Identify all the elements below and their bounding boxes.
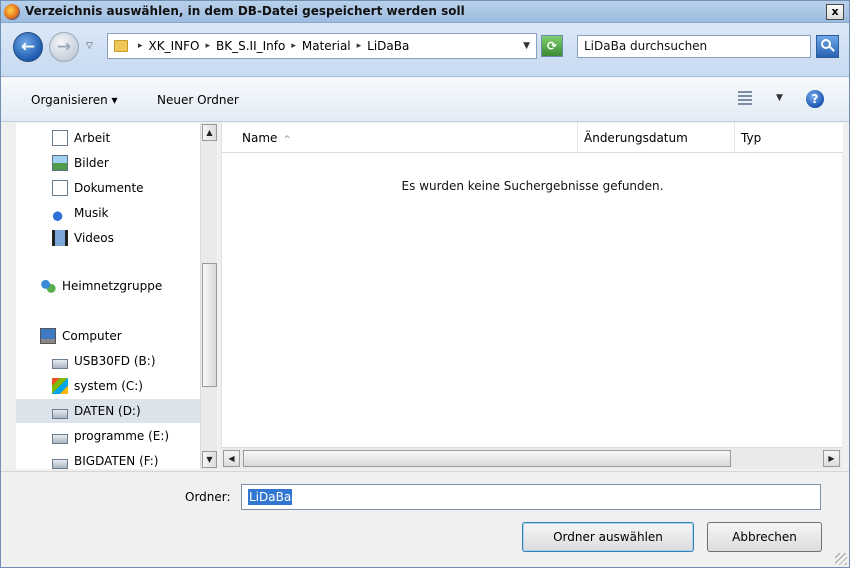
nav-item-label: Computer — [62, 329, 122, 343]
search-input[interactable]: LiDaBa durchsuchen — [577, 35, 811, 58]
folder-label: Ordner: — [185, 490, 231, 504]
folder-picker-dialog: Verzeichnis auswählen, in dem DB-Datei g… — [0, 0, 850, 568]
nav-item-usb30fd[interactable]: USB30FD (B:) — [16, 349, 200, 373]
nav-item-label: Musik — [74, 206, 109, 220]
nav-item-programme[interactable]: programme (E:) — [16, 424, 200, 448]
column-header-name[interactable]: Name ^ — [222, 123, 578, 153]
nav-item-label: system (C:) — [74, 379, 143, 393]
scroll-right-icon[interactable]: ▶ — [823, 450, 840, 467]
close-button[interactable]: x — [826, 4, 844, 20]
scroll-thumb[interactable] — [243, 450, 731, 467]
new-folder-button[interactable]: Neuer Ordner — [157, 93, 239, 107]
nav-item-label: Dokumente — [74, 181, 144, 195]
column-header-label: Name — [242, 131, 278, 145]
title-bar: Verzeichnis auswählen, in dem DB-Datei g… — [1, 1, 849, 23]
search-button[interactable] — [816, 35, 839, 58]
music-icon — [52, 205, 68, 221]
cancel-button[interactable]: Abbrechen — [707, 522, 822, 552]
drive-icon — [52, 358, 68, 369]
nav-item-label: Arbeit — [74, 131, 111, 145]
refresh-button[interactable]: ⟳ — [541, 35, 563, 57]
video-icon — [52, 230, 68, 246]
breadcrumb-lidaba[interactable]: LiDaBa — [367, 39, 409, 53]
nav-item-label: Bilder — [74, 156, 109, 170]
nav-item-bilder[interactable]: Bilder — [16, 151, 200, 175]
nav-item-bigdaten[interactable]: BIGDATEN (F:) — [16, 449, 200, 469]
nav-item-videos[interactable]: Videos — [16, 226, 200, 250]
file-list: Name ^ Änderungsdatum Typ Es wurden keine… — [221, 123, 843, 447]
firefox-icon — [4, 4, 20, 20]
view-options-icon[interactable] — [738, 91, 752, 105]
breadcrumb-xk-info[interactable]: XK_INFO — [149, 39, 200, 53]
refresh-icon: ⟳ — [546, 39, 558, 53]
nav-item-heimnetzgruppe[interactable]: Heimnetzgruppe — [16, 274, 200, 298]
back-arrow-icon: ← — [20, 37, 36, 57]
pictures-icon — [52, 155, 68, 171]
help-icon[interactable]: ? — [806, 90, 824, 108]
select-folder-button[interactable]: Ordner auswählen — [522, 522, 694, 552]
homegroup-icon — [40, 278, 56, 294]
forward-button[interactable]: → — [49, 32, 79, 62]
scroll-up-icon[interactable]: ▲ — [202, 124, 217, 141]
nav-item-label: USB30FD (B:) — [74, 354, 156, 368]
folder-name-input[interactable]: LiDaBa — [241, 484, 821, 510]
scroll-thumb[interactable] — [202, 263, 217, 387]
nav-item-daten[interactable]: DATEN (D:) — [16, 399, 200, 423]
breadcrumb-arrow-icon[interactable]: ▸ — [357, 41, 362, 51]
nav-item-label: programme (E:) — [74, 429, 170, 443]
nav-item-label: Videos — [74, 231, 114, 245]
drive-icon — [52, 458, 68, 469]
nav-item-system[interactable]: system (C:) — [16, 374, 200, 398]
folder-icon — [114, 40, 128, 52]
dialog-footer: Ordner: LiDaBa Ordner auswählen Abbreche… — [1, 471, 849, 567]
drive-icon — [52, 433, 68, 444]
history-dropdown-icon[interactable]: ▽ — [86, 41, 93, 51]
forward-arrow-icon: → — [56, 37, 72, 57]
nav-item-label: DATEN (D:) — [74, 404, 141, 418]
nav-item-label: Heimnetzgruppe — [62, 279, 163, 293]
document-icon — [52, 130, 68, 146]
nav-item-musik[interactable]: Musik — [16, 201, 200, 225]
empty-results-message: Es wurden keine Suchergebnisse gefunden. — [401, 179, 664, 193]
column-header-type[interactable]: Typ — [735, 123, 843, 153]
column-header-date[interactable]: Änderungsdatum — [578, 123, 735, 153]
window-title: Verzeichnis auswählen, in dem DB-Datei g… — [25, 4, 465, 18]
nav-item-label: BIGDATEN (F:) — [74, 454, 159, 468]
address-dropdown-icon[interactable]: ▼ — [523, 41, 530, 51]
address-field[interactable]: ▸ XK_INFO ▸ BK_S.II_Info ▸ Material ▸ Li… — [107, 33, 537, 59]
drive-icon — [52, 408, 68, 419]
nav-item-dokumente[interactable]: Dokumente — [16, 176, 200, 200]
navigation-scrollbar[interactable]: ▲ ▼ — [200, 123, 217, 469]
navigation-pane: Arbeit Bilder Dokumente Musik Videos Hei… — [16, 123, 200, 469]
breadcrumb-material[interactable]: Material — [302, 39, 351, 53]
breadcrumb-arrow-icon[interactable]: ▸ — [291, 41, 296, 51]
address-bar: ← → ▽ ▸ XK_INFO ▸ BK_S.II_Info ▸ Materia… — [1, 23, 849, 77]
sort-ascending-icon: ^ — [283, 135, 291, 145]
folder-name-value: LiDaBa — [248, 489, 293, 505]
document-icon — [52, 180, 68, 196]
scroll-left-icon[interactable]: ◀ — [223, 450, 240, 467]
scroll-down-icon[interactable]: ▼ — [202, 451, 217, 468]
view-dropdown-icon[interactable]: ▼ — [776, 93, 783, 103]
computer-icon — [40, 328, 56, 344]
nav-item-arbeit[interactable]: Arbeit — [16, 126, 200, 150]
column-header-row: Name ^ Änderungsdatum Typ — [222, 123, 843, 153]
organize-menu[interactable]: Organisieren ▾ — [31, 93, 118, 107]
breadcrumb-arrow-icon[interactable]: ▸ — [205, 41, 210, 51]
back-button[interactable]: ← — [13, 32, 43, 62]
nav-item-computer[interactable]: Computer — [16, 324, 200, 348]
breadcrumb-arrow-icon[interactable]: ▸ — [138, 41, 143, 51]
resize-grip-icon[interactable] — [835, 553, 847, 565]
command-bar: Organisieren ▾ Neuer Ordner ▼ ? — [1, 78, 849, 122]
breadcrumb-bk-info[interactable]: BK_S.II_Info — [216, 39, 285, 53]
system-drive-icon — [52, 378, 68, 394]
file-list-horizontal-scrollbar[interactable]: ◀ ▶ — [221, 447, 842, 469]
